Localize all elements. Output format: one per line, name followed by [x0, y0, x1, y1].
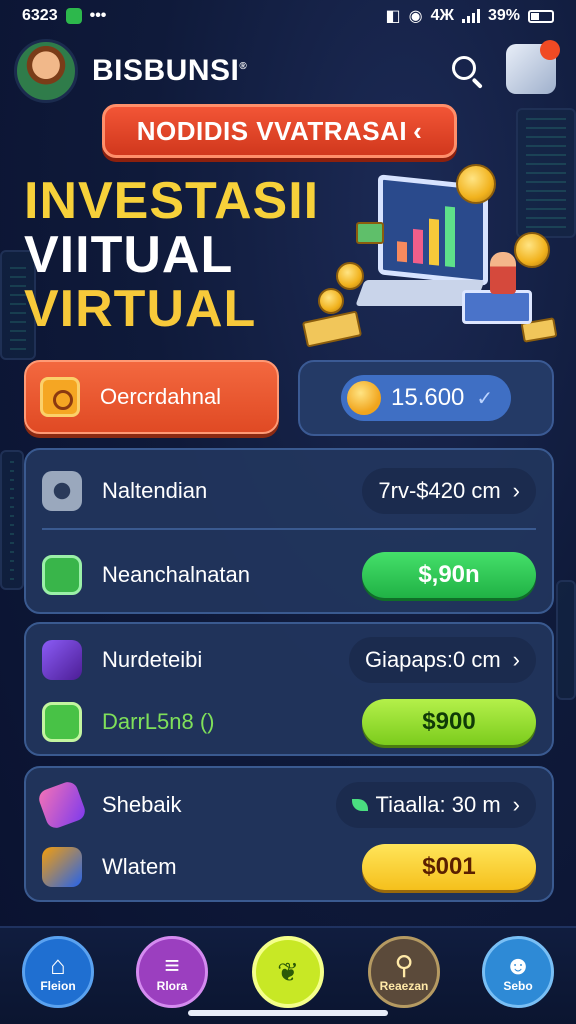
nav-key-label: Reaezan [379, 979, 429, 993]
search-button[interactable] [448, 52, 486, 90]
notification-badge-icon [540, 40, 560, 60]
chevron-right-icon: › [512, 792, 520, 817]
nav-menu[interactable]: ≡ Rlora [136, 936, 208, 1008]
item-value-pill[interactable]: 7rv-$420 cm › [362, 468, 536, 514]
item-label: Wlatem [102, 854, 177, 879]
promo-banner-button[interactable]: NODIDIS VVATRASAI ‹ [102, 104, 457, 158]
home-icon: ⌂ [50, 950, 66, 980]
list-item[interactable]: Naltendian 7rv-$420 cm › [26, 456, 552, 526]
wand-icon [36, 779, 88, 831]
hero-line-3: VIRTUAL [24, 280, 257, 338]
divider [42, 528, 536, 530]
promo-arrow-icon: ‹ [413, 115, 423, 146]
item-value-button[interactable]: $001 [362, 844, 536, 890]
balance-button[interactable]: 15.600 ✓ [341, 375, 511, 421]
primary-action-label: Oercrdahnal [100, 384, 222, 409]
investment-card-3: Shebaik Tiaalla: 30 m › Wlatem $001 [24, 766, 554, 902]
coin-icon [336, 262, 364, 290]
list-item[interactable]: Nurdeteibi Giapaps:0 cm › [26, 628, 552, 692]
signal-icon [461, 9, 480, 23]
nav-home[interactable]: ⌂ Fleion [22, 936, 94, 1008]
nav-menu-label: Rlora [156, 979, 188, 993]
status-time: 6323 [22, 7, 58, 24]
search-icon [452, 56, 476, 80]
gear-icon [42, 471, 82, 511]
chevron-right-icon: › [512, 478, 520, 503]
background-monitor [556, 580, 576, 700]
item-value-button[interactable]: $900 [362, 699, 536, 745]
hero-line-2: VIITUAL [24, 226, 234, 284]
hero-line-1: INVESTASII [24, 172, 320, 230]
app-name-text: BISBUNSI [92, 54, 240, 87]
trademark-mark: ® [239, 61, 248, 72]
promo-label: NODIDIS VVATRASAI [136, 115, 408, 146]
key-icon: ⚲ [394, 950, 414, 980]
user-avatar[interactable] [14, 39, 78, 103]
status-bar: 6323 ••• ◧ ◉ 4Ж 39% [0, 0, 576, 32]
primary-action-button[interactable]: Oercrdahnal [24, 360, 279, 434]
item-value: 7rv-$420 cm [378, 478, 501, 503]
item-value: Giapaps:0 cm [364, 647, 501, 672]
coin-icon [514, 232, 550, 268]
balance-card: 15.600 ✓ [298, 360, 554, 436]
battery-icon [528, 9, 554, 23]
menu-icon: ≡ [164, 950, 180, 980]
nfc-icon: ◧ [385, 8, 401, 25]
leaf-icon: ❦ [277, 957, 299, 987]
profile-button[interactable] [506, 40, 560, 94]
nav-profile[interactable]: ☻ Sebo [482, 936, 554, 1008]
item-value-button[interactable]: $,90n [362, 552, 536, 598]
background-monitor [0, 450, 24, 590]
home-indicator[interactable] [188, 1010, 388, 1016]
hero-title: INVESTASII VIITUAL VIRTUAL [24, 174, 319, 336]
item-label: Neanchalnatan [102, 562, 251, 587]
coin-icon [318, 288, 344, 314]
search-icon-handle [471, 77, 483, 89]
battery-percent: 39% [487, 7, 520, 24]
status-dots: ••• [89, 7, 107, 24]
app-header: BISBUNSI® [14, 38, 562, 104]
camera-icon [40, 377, 80, 417]
puzzle-icon [42, 640, 82, 680]
list-item[interactable]: Shebaik Tiaalla: 30 m › [26, 772, 552, 838]
nav-home-label: Fleion [40, 979, 76, 993]
app-name: BISBUNSI® [92, 54, 247, 88]
cash-note-icon [356, 222, 384, 244]
notebook-icon [42, 847, 82, 887]
list-item[interactable]: Neanchalnatan $,90n [26, 540, 552, 610]
coin-icon [456, 164, 496, 204]
chevron-down-icon: ✓ [476, 387, 494, 410]
nav-leaf-center[interactable]: ❦ [252, 936, 324, 1008]
chevron-right-icon: › [512, 647, 520, 672]
list-item[interactable]: Wlatem $001 [26, 834, 552, 900]
item-value-pill[interactable]: Giapaps:0 cm › [348, 637, 536, 683]
user-icon: ☻ [504, 950, 532, 980]
balance-amount: 15.600 [391, 384, 465, 411]
investment-illustration [300, 160, 560, 360]
item-value-pill[interactable]: Tiaalla: 30 m › [335, 782, 536, 828]
coin-icon [347, 381, 381, 415]
investment-card-1: Naltendian 7rv-$420 cm › Neanchalnatan $… [24, 448, 554, 614]
wifi-icon: ◉ [408, 8, 423, 25]
network-type: 4Ж [430, 7, 454, 24]
leaf-icon [351, 799, 368, 811]
cash-note-icon [301, 310, 363, 348]
item-value: Tiaalla: 30 m [375, 792, 501, 817]
nav-key[interactable]: ⚲ Reaezan [368, 936, 440, 1008]
nav-profile-label: Sebo [503, 979, 533, 993]
book-stack-icon [462, 290, 532, 324]
investor-figure-icon [490, 252, 516, 294]
item-label: Nurdeteibi [102, 647, 203, 672]
dollar-icon [42, 555, 82, 595]
cart-icon [42, 702, 82, 742]
item-label: DarrL5n8 () [102, 709, 215, 734]
investment-card-2: Nurdeteibi Giapaps:0 cm › DarrL5n8 () $9… [24, 622, 554, 756]
item-label: Shebaik [102, 792, 182, 817]
list-item[interactable]: DarrL5n8 () $900 [26, 690, 552, 754]
item-label: Naltendian [102, 478, 208, 503]
notification-app-icon [65, 8, 82, 24]
